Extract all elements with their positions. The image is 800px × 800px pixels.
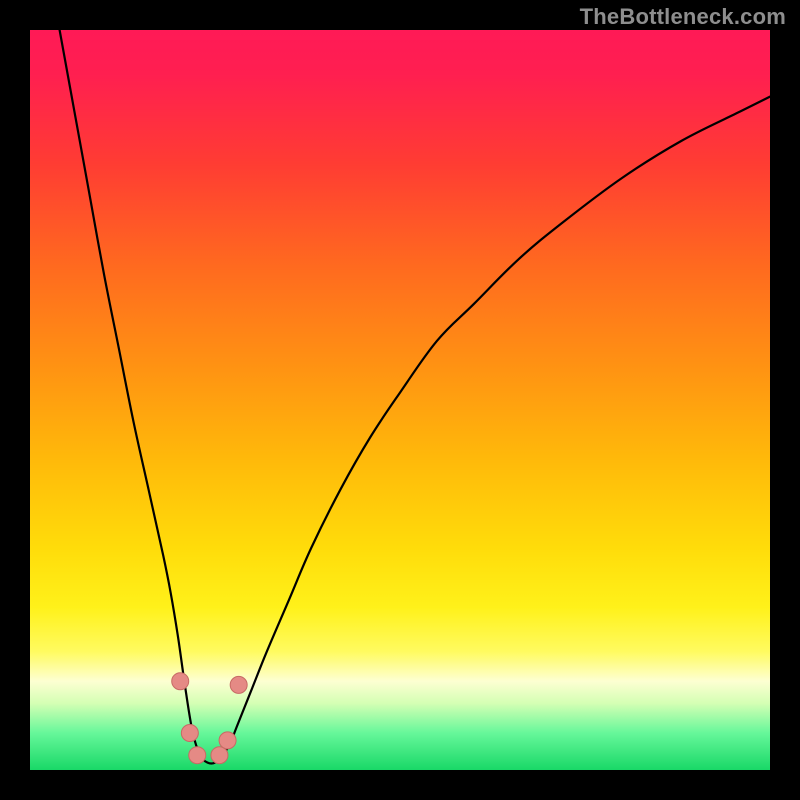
curve-marker-4: [219, 732, 236, 749]
bottleneck-chart: [30, 30, 770, 770]
curve-marker-0: [172, 673, 189, 690]
chart-frame: TheBottleneck.com: [0, 0, 800, 800]
watermark-text: TheBottleneck.com: [580, 4, 786, 30]
curve-marker-1: [181, 725, 198, 742]
chart-background: [30, 30, 770, 770]
curve-marker-2: [189, 747, 206, 764]
curve-marker-3: [211, 747, 228, 764]
plot-area: [30, 30, 770, 770]
curve-marker-5: [230, 676, 247, 693]
